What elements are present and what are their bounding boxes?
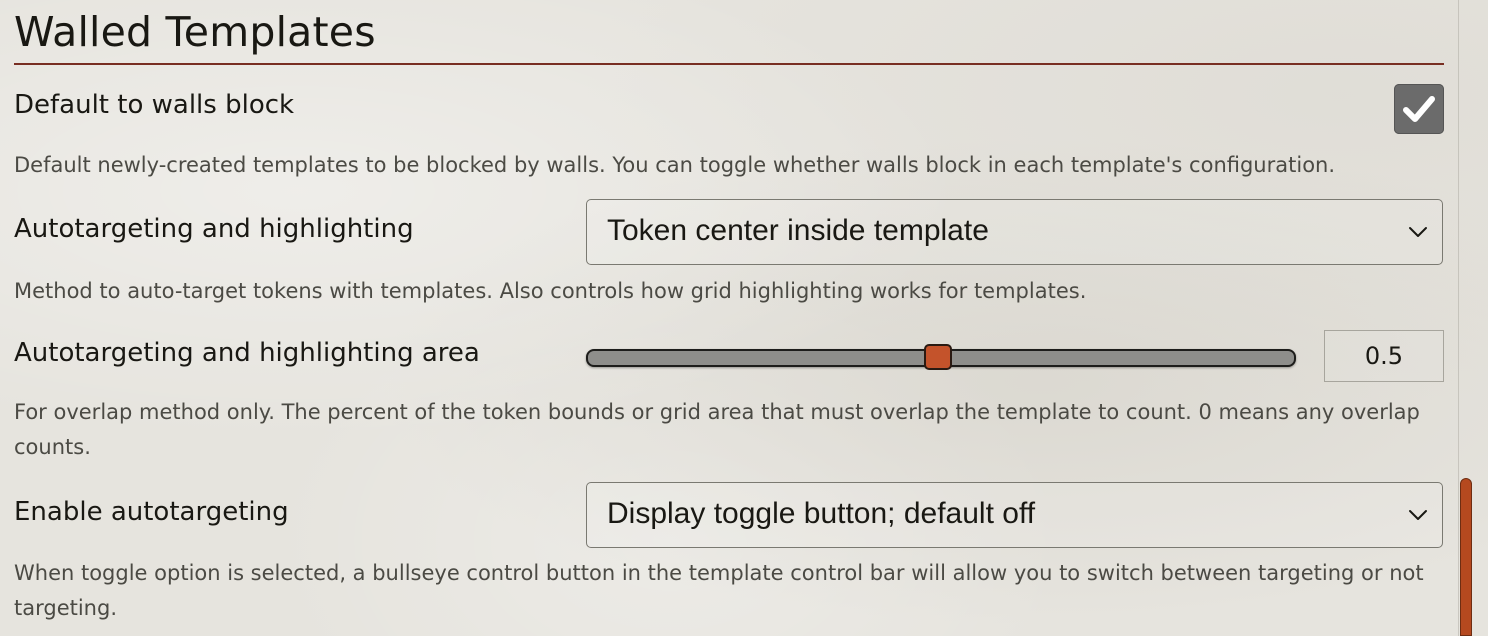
walls-block-label: Default to walls block (14, 90, 295, 120)
title-divider (14, 63, 1444, 65)
autotarget-area-label: Autotargeting and highlighting area (14, 338, 480, 368)
chevron-down-icon (1409, 227, 1427, 237)
enable-autotarget-select[interactable]: Display toggle button; default off (586, 482, 1443, 548)
checkmark-icon (1403, 96, 1435, 122)
autotarget-method-value: Token center inside template (607, 214, 989, 247)
autotarget-area-hint: For overlap method only. The percent of … (14, 400, 1420, 459)
section-title: Walled Templates (14, 8, 376, 56)
autotarget-method-label: Autotargeting and highlighting (14, 214, 414, 244)
autotarget-method-select[interactable]: Token center inside template (586, 199, 1443, 265)
walls-block-checkbox[interactable] (1394, 84, 1444, 134)
autotarget-area-value: 0.5 (1324, 330, 1444, 382)
walls-block-hint: Default newly-created templates to be bl… (14, 153, 1336, 177)
autotarget-area-slider[interactable] (586, 344, 1296, 370)
slider-thumb[interactable] (924, 344, 952, 370)
settings-panel: Walled Templates Default to walls block … (14, 0, 1444, 636)
chevron-down-icon (1409, 510, 1427, 520)
enable-autotarget-label: Enable autotargeting (14, 497, 289, 527)
enable-autotarget-value: Display toggle button; default off (607, 497, 1036, 530)
autotarget-method-hint: Method to auto-target tokens with templa… (14, 279, 1087, 303)
scrollbar-thumb[interactable] (1460, 478, 1472, 636)
enable-autotarget-hint: When toggle option is selected, a bullse… (14, 561, 1424, 620)
